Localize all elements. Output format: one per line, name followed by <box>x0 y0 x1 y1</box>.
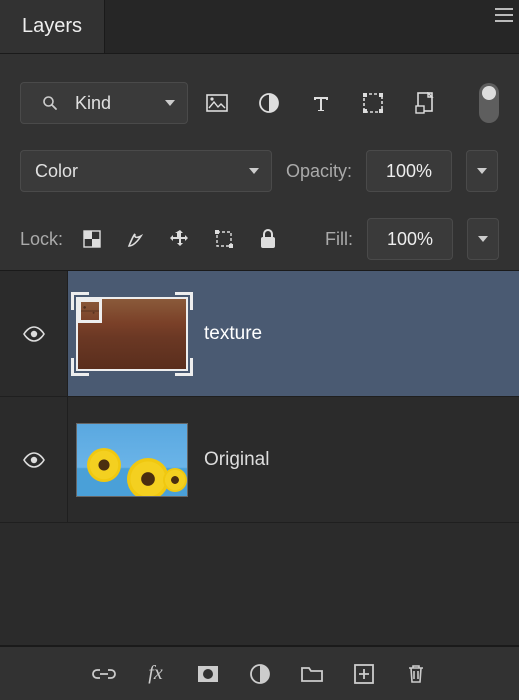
filter-kind-dropdown[interactable]: Kind <box>20 82 188 124</box>
layer-row-texture[interactable]: texture <box>0 271 519 397</box>
layers-footer: fx <box>0 646 519 700</box>
eye-icon <box>22 452 46 468</box>
blend-mode-dropdown[interactable]: Color <box>20 150 272 192</box>
layers-panel: Layers Kind <box>0 0 519 700</box>
layer-style-button[interactable]: fx <box>143 661 169 687</box>
layer-thumb-wrap <box>68 297 204 371</box>
opacity-label: Opacity: <box>286 161 352 182</box>
filter-pixel-icon[interactable] <box>202 88 232 118</box>
visibility-toggle[interactable] <box>0 271 68 396</box>
fill-input[interactable]: 100% <box>367 218 453 260</box>
opacity-value: 100% <box>386 161 432 182</box>
fill-label: Fill: <box>325 229 353 250</box>
visibility-toggle[interactable] <box>0 397 68 522</box>
opacity-input[interactable]: 100% <box>366 150 452 192</box>
lock-transparency-icon[interactable] <box>77 224 107 254</box>
filter-row: Kind <box>0 72 519 134</box>
lock-artboard-icon[interactable] <box>209 224 239 254</box>
filter-smartobject-icon[interactable] <box>410 88 440 118</box>
search-icon <box>35 88 65 118</box>
filter-adjustment-icon[interactable] <box>254 88 284 118</box>
chevron-down-icon <box>165 100 175 106</box>
layer-thumbnail[interactable] <box>76 297 188 371</box>
new-group-button[interactable] <box>299 661 325 687</box>
lock-position-icon[interactable] <box>165 224 195 254</box>
add-mask-button[interactable] <box>195 661 221 687</box>
layer-name[interactable]: texture <box>204 323 519 345</box>
tab-label: Layers <box>22 15 82 38</box>
layer-thumbnail[interactable] <box>76 423 188 497</box>
tab-bar: Layers <box>0 0 519 54</box>
lock-image-icon[interactable] <box>121 224 151 254</box>
layer-name[interactable]: Original <box>204 449 519 471</box>
link-layers-button[interactable] <box>91 661 117 687</box>
layer-thumb-wrap <box>68 423 204 497</box>
filter-type-icons <box>202 83 499 123</box>
chevron-down-icon <box>249 168 259 174</box>
filter-kind-label: Kind <box>75 93 155 114</box>
tab-layers[interactable]: Layers <box>0 0 105 53</box>
lock-all-icon[interactable] <box>253 224 283 254</box>
chevron-down-icon <box>477 168 487 174</box>
layers-list[interactable]: texture Original <box>0 270 519 646</box>
eye-icon <box>22 326 46 342</box>
layer-row-original[interactable]: Original <box>0 397 519 523</box>
adjustment-layer-button[interactable] <box>247 661 273 687</box>
panel-menu-button[interactable] <box>489 0 519 30</box>
fill-slider-button[interactable] <box>467 218 499 260</box>
filter-toggle[interactable] <box>479 83 499 123</box>
delete-layer-button[interactable] <box>403 661 429 687</box>
filter-type-icon[interactable] <box>306 88 336 118</box>
new-layer-button[interactable] <box>351 661 377 687</box>
lock-label: Lock: <box>20 229 63 250</box>
blend-row: Color Opacity: 100% <box>0 140 519 202</box>
fill-value: 100% <box>387 229 433 250</box>
lock-row: Lock: Fill: 100% <box>0 208 519 270</box>
opacity-slider-button[interactable] <box>466 150 498 192</box>
blend-mode-label: Color <box>35 161 239 182</box>
filter-shape-icon[interactable] <box>358 88 388 118</box>
chevron-down-icon <box>478 236 488 242</box>
